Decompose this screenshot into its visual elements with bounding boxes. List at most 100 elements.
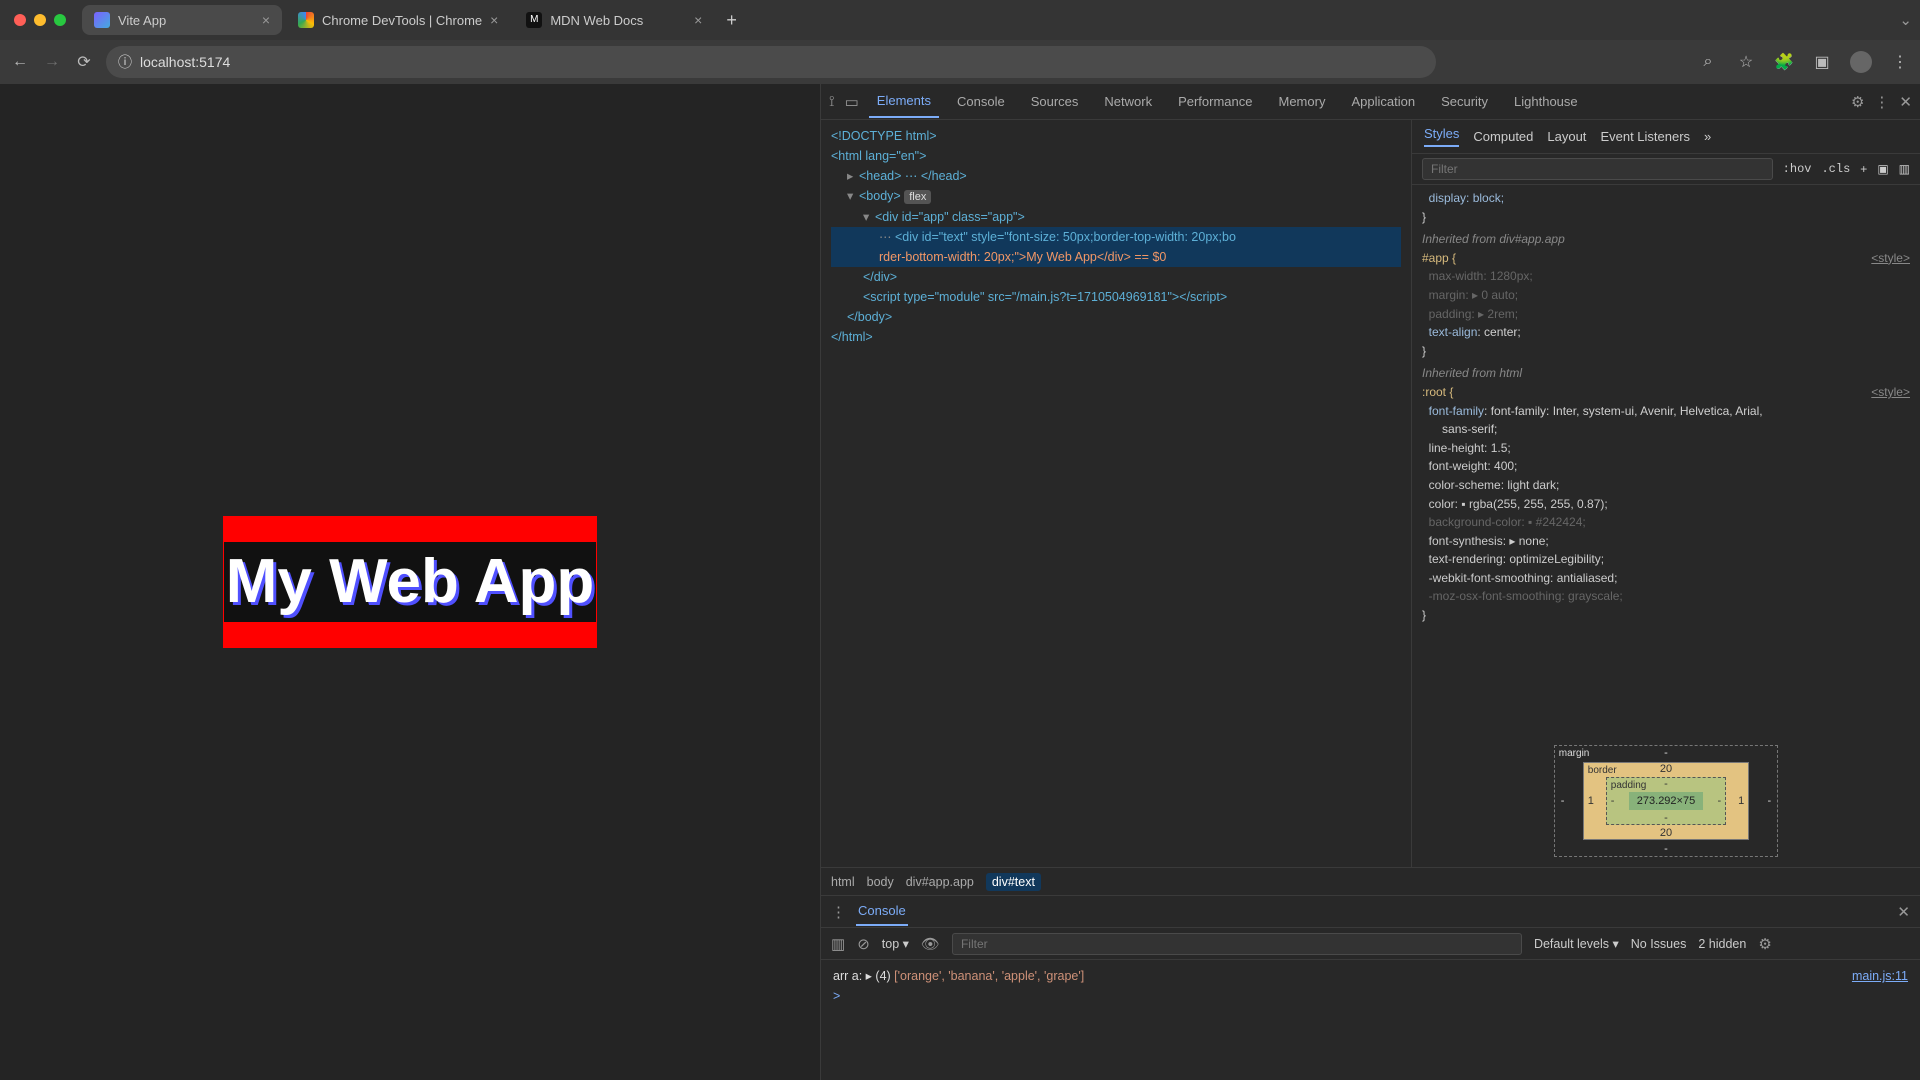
extensions-icon[interactable]: 🧩	[1774, 52, 1794, 72]
dom-line[interactable]: <html lang="en">	[831, 146, 1401, 166]
console-output[interactable]: arr a: ▸ (4) ['orange', 'banana', 'apple…	[821, 960, 1920, 1080]
devtools-tab-console[interactable]: Console	[949, 86, 1013, 117]
crumb[interactable]: html	[831, 875, 855, 889]
styles-pane: Styles Computed Layout Event Listeners »…	[1411, 120, 1920, 867]
dom-breadcrumb[interactable]: html body div#app.app div#text	[821, 867, 1920, 895]
dom-tree[interactable]: <!DOCTYPE html> <html lang="en"> ▸<head>…	[821, 120, 1411, 867]
styles-tab-more-icon[interactable]: »	[1704, 129, 1711, 144]
devtools-tab-sources[interactable]: Sources	[1023, 86, 1087, 117]
crumb[interactable]: body	[867, 875, 894, 889]
box-model-content: 273.292×75	[1629, 792, 1703, 810]
styles-tab-listeners[interactable]: Event Listeners	[1600, 129, 1690, 144]
crumb-active[interactable]: div#text	[986, 873, 1041, 891]
devtools-tab-security[interactable]: Security	[1433, 86, 1496, 117]
console-filter-input[interactable]	[952, 933, 1522, 955]
devtools-tab-elements[interactable]: Elements	[869, 85, 939, 118]
device-toolbar-icon[interactable]: ▭	[845, 93, 859, 111]
dom-line-selected[interactable]: rder-bottom-width: 20px;">My Web App</di…	[831, 247, 1401, 267]
issues-badge[interactable]: No Issues	[1631, 937, 1687, 951]
style-source-link[interactable]: <style>	[1871, 249, 1910, 268]
devtools-close-icon[interactable]: ✕	[1899, 93, 1912, 111]
hidden-count[interactable]: 2 hidden	[1698, 937, 1746, 951]
crumb[interactable]: div#app.app	[906, 875, 974, 889]
search-icon[interactable]: ⌕	[1698, 53, 1718, 71]
dom-line[interactable]: </div>	[831, 267, 1401, 287]
side-panel-icon[interactable]: ▣	[1812, 52, 1832, 72]
browser-tab-0[interactable]: Vite App ×	[82, 5, 282, 35]
new-tab-button[interactable]: +	[718, 10, 745, 31]
styles-filter-row: :hov .cls + ▣ ▥	[1412, 154, 1920, 185]
console-more-icon[interactable]: ⋮	[831, 903, 846, 921]
styles-panel-icon[interactable]: ▣	[1877, 162, 1888, 176]
dom-line[interactable]: <script type="module" src="/main.js?t=17…	[831, 287, 1401, 307]
dom-line[interactable]: ▾<body> flex	[831, 186, 1401, 207]
browser-tab-1[interactable]: Chrome DevTools | Chrome ×	[286, 5, 510, 35]
browser-tab-2[interactable]: M MDN Web Docs ×	[514, 5, 714, 35]
styles-tab-layout[interactable]: Layout	[1547, 129, 1586, 144]
favicon-icon	[94, 12, 110, 28]
dom-line[interactable]: </html>	[831, 327, 1401, 347]
forward-button[interactable]: →	[42, 53, 62, 71]
dom-line[interactable]: ▾<div id="app" class="app">	[831, 207, 1401, 227]
bookmark-icon[interactable]: ☆	[1736, 52, 1756, 72]
url-text: localhost:5174	[140, 54, 230, 70]
devtools-tab-performance[interactable]: Performance	[1170, 86, 1260, 117]
hov-toggle[interactable]: :hov	[1783, 162, 1812, 176]
cls-toggle[interactable]: .cls	[1821, 162, 1850, 176]
console-sidebar-icon[interactable]: ▥	[831, 935, 845, 953]
flex-badge[interactable]: flex	[904, 190, 931, 204]
dom-line[interactable]: <!DOCTYPE html>	[831, 126, 1401, 146]
devtools-tab-lighthouse[interactable]: Lighthouse	[1506, 86, 1586, 117]
back-button[interactable]: ←	[10, 53, 30, 71]
styles-tab-styles[interactable]: Styles	[1424, 126, 1459, 147]
console-clear-icon[interactable]: ⊘	[857, 935, 870, 953]
console-tab[interactable]: Console	[856, 897, 908, 926]
reload-button[interactable]: ⟳	[74, 52, 94, 72]
devtools-tab-application[interactable]: Application	[1343, 86, 1423, 117]
log-levels-select[interactable]: Default levels ▾	[1534, 936, 1619, 951]
console-settings-icon[interactable]: ⚙	[1758, 935, 1771, 953]
devtools-tab-bar: ⟟ ▭ Elements Console Sources Network Per…	[821, 84, 1920, 120]
favicon-icon	[298, 12, 314, 28]
styles-filter-input[interactable]	[1422, 158, 1773, 180]
console-context-select[interactable]: top ▾	[882, 936, 909, 951]
tab-title: Chrome DevTools | Chrome	[322, 13, 482, 28]
profile-avatar[interactable]	[1850, 51, 1872, 73]
dom-line[interactable]: ▸<head> ⋯ </head>	[831, 166, 1401, 186]
style-source-link[interactable]: <style>	[1871, 383, 1910, 402]
styles-rules[interactable]: display: block; } Inherited from div#app…	[1412, 185, 1920, 735]
browser-toolbar: ← → ⟳ ⓘ localhost:5174 ⌕ ☆ 🧩 ▣ ⋮	[0, 40, 1920, 84]
devtools-settings-icon[interactable]: ⚙	[1851, 93, 1864, 111]
console-log-line[interactable]: arr a: ▸ (4) ['orange', 'banana', 'apple…	[833, 966, 1908, 986]
window-close-icon[interactable]	[14, 14, 26, 26]
console-close-icon[interactable]: ✕	[1897, 903, 1910, 921]
devtools-tab-memory[interactable]: Memory	[1271, 86, 1334, 117]
window-maximize-icon[interactable]	[54, 14, 66, 26]
log-source-link[interactable]: main.js:11	[1852, 966, 1908, 986]
live-expression-icon[interactable]: 👁	[921, 935, 940, 953]
page-heading: My Web App	[226, 547, 595, 616]
favicon-icon: M	[526, 12, 542, 28]
site-info-icon[interactable]: ⓘ	[118, 52, 132, 72]
browser-menu-icon[interactable]: ⋮	[1890, 52, 1910, 72]
tab-close-icon[interactable]: ×	[262, 12, 270, 28]
devtools-panel: ⟟ ▭ Elements Console Sources Network Per…	[820, 84, 1920, 1080]
window-traffic-lights	[14, 14, 66, 26]
box-model-diagram[interactable]: margin - - - - border 20 20 1 1 paddin	[1412, 735, 1920, 867]
styles-tab-computed[interactable]: Computed	[1473, 129, 1533, 144]
console-prompt[interactable]: >	[833, 986, 1908, 1006]
chevron-down-icon[interactable]: ⌄	[1899, 11, 1912, 29]
devtools-more-icon[interactable]: ⋮	[1874, 93, 1889, 111]
tab-close-icon[interactable]: ×	[694, 12, 702, 28]
new-style-button[interactable]: +	[1860, 162, 1867, 176]
window-minimize-icon[interactable]	[34, 14, 46, 26]
page-viewport: My Web App	[0, 84, 820, 1080]
tab-close-icon[interactable]: ×	[490, 12, 498, 28]
dom-line[interactable]: </body>	[831, 307, 1401, 327]
styles-panel-icon[interactable]: ▥	[1899, 162, 1910, 176]
address-bar[interactable]: ⓘ localhost:5174	[106, 46, 1436, 78]
dom-line-selected[interactable]: ⋯ <div id="text" style="font-size: 50px;…	[831, 227, 1401, 247]
devtools-tab-network[interactable]: Network	[1096, 86, 1160, 117]
inherited-label: Inherited from html	[1422, 364, 1910, 383]
inspect-element-icon[interactable]: ⟟	[829, 93, 835, 110]
